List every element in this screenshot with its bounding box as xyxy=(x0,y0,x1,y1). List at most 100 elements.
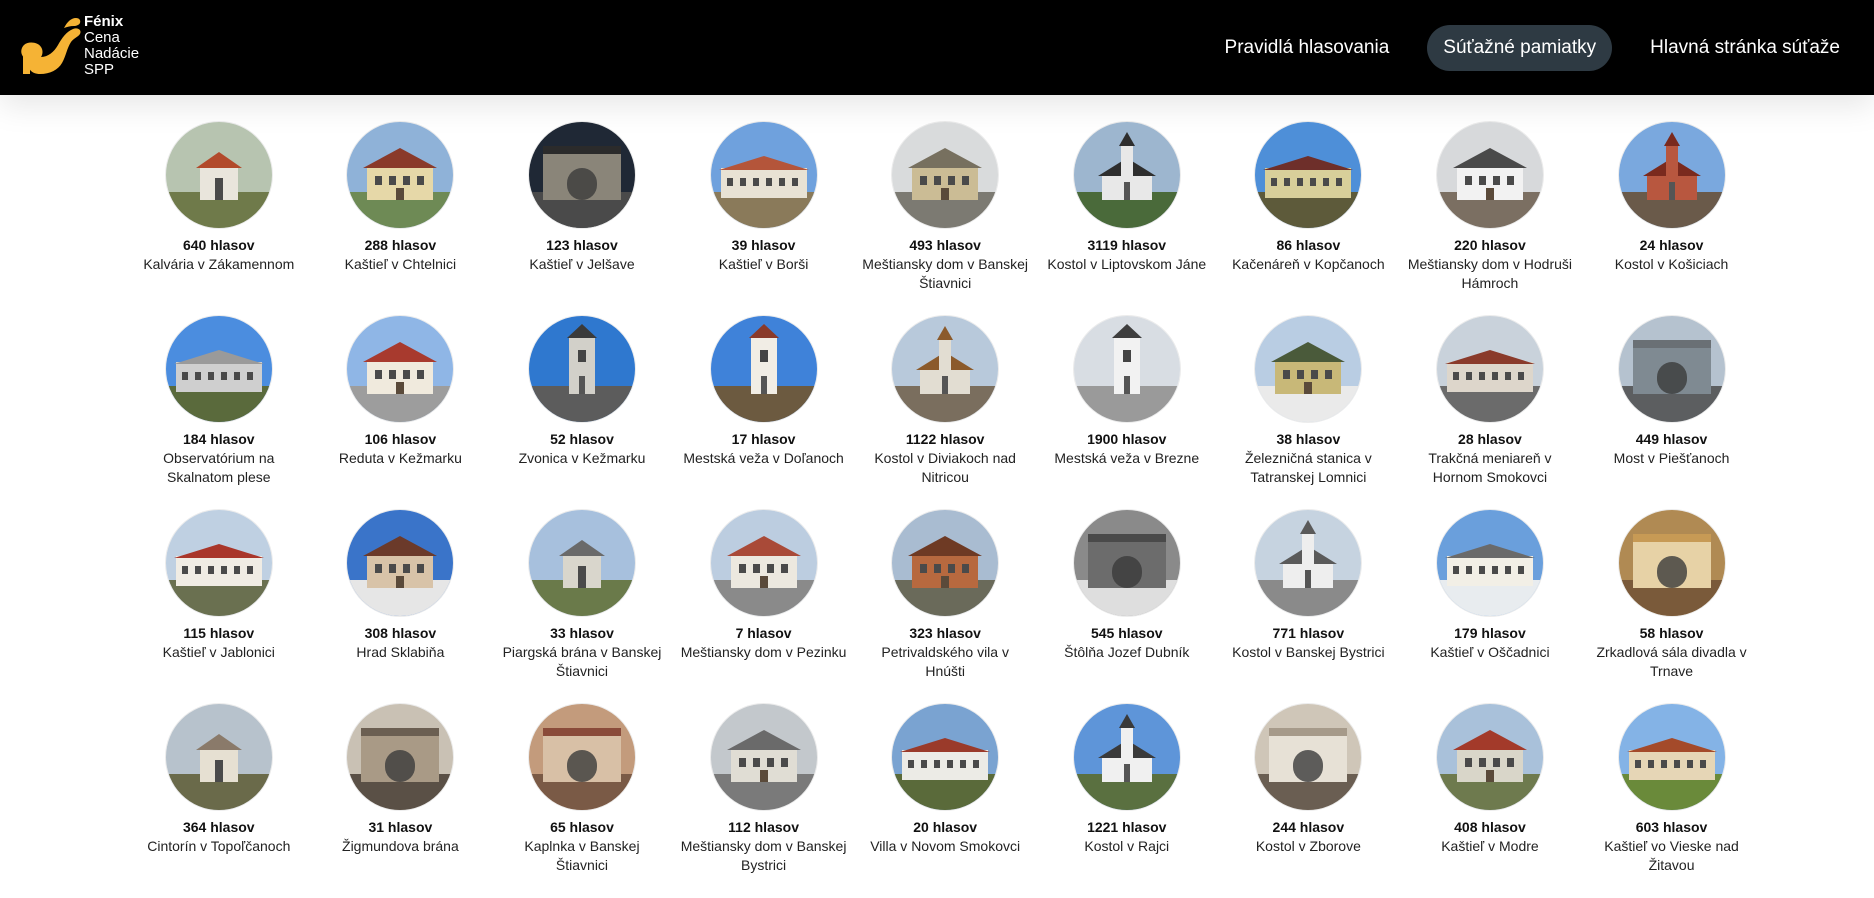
monument-thumbnail[interactable] xyxy=(1255,704,1362,810)
monument-name[interactable]: Most v Piešťanoch xyxy=(1587,449,1757,468)
monument-name[interactable]: Kostol v Diviakoch nad Nitricou xyxy=(860,449,1030,487)
monument-card[interactable]: 20 hlasov Villa v Novom Smokovci xyxy=(854,704,1036,898)
monument-card[interactable]: 408 hlasov Kaštieľ v Modre xyxy=(1399,704,1581,898)
monument-name[interactable]: Kaštieľ v Modre xyxy=(1405,837,1575,856)
monument-card[interactable]: 1900 hlasov Mestská veža v Brezne xyxy=(1036,316,1218,510)
monument-thumbnail[interactable] xyxy=(1618,510,1725,616)
monument-thumbnail[interactable] xyxy=(528,316,635,422)
monument-card[interactable]: 493 hlasov Meštiansky dom v Banskej Štiav… xyxy=(854,122,1036,316)
nav-home-link[interactable]: Hlavná stránka súťaže xyxy=(1634,25,1856,71)
monument-name[interactable]: Meštiansky dom v Pezinku xyxy=(679,643,849,662)
monument-name[interactable]: Zvonica v Kežmarku xyxy=(497,449,667,468)
monument-card[interactable]: 17 hlasov Mestská veža v Doľanoch xyxy=(673,316,855,510)
monument-card[interactable]: 603 hlasov Kaštieľ vo Vieske nad Žitavou xyxy=(1581,704,1763,898)
monument-card[interactable]: 24 hlasov Kostol v Košiciach xyxy=(1581,122,1763,316)
monument-card[interactable]: 1122 hlasov Kostol v Diviakoch nad Nitric… xyxy=(854,316,1036,510)
monument-thumbnail[interactable] xyxy=(710,316,817,422)
monument-thumbnail[interactable] xyxy=(1255,122,1362,228)
monument-name[interactable]: Reduta v Kežmarku xyxy=(315,449,485,468)
monument-thumbnail[interactable] xyxy=(347,510,454,616)
monument-thumbnail[interactable] xyxy=(1436,122,1543,228)
monument-name[interactable]: Trakčná meniareň v Hornom Smokovci xyxy=(1405,449,1575,487)
monument-card[interactable]: 449 hlasov Most v Piešťanoch xyxy=(1581,316,1763,510)
monument-thumbnail[interactable] xyxy=(1073,316,1180,422)
monument-name[interactable]: Kostol v Košiciach xyxy=(1587,255,1757,274)
monument-name[interactable]: Železničná stanica v Tatranskej Lomnici xyxy=(1223,449,1393,487)
monument-card[interactable]: 640 hlasov Kalvária v Zákamennom xyxy=(128,122,310,316)
monument-thumbnail[interactable] xyxy=(1073,704,1180,810)
monument-name[interactable]: Mestská veža v Doľanoch xyxy=(679,449,849,468)
monument-name[interactable]: Villa v Novom Smokovci xyxy=(860,837,1030,856)
monument-name[interactable]: Hrad Sklabiňa xyxy=(315,643,485,662)
monument-name[interactable]: Kostol v Zborove xyxy=(1223,837,1393,856)
monument-thumbnail[interactable] xyxy=(1436,316,1543,422)
monument-thumbnail[interactable] xyxy=(892,704,999,810)
monument-thumbnail[interactable] xyxy=(710,122,817,228)
fenix-logo[interactable]: Fénix Cena Nadácie SPP xyxy=(18,12,158,82)
nav-monuments-link[interactable]: Súťažné pamiatky xyxy=(1427,25,1613,71)
monument-name[interactable]: Kostol v Banskej Bystrici xyxy=(1223,643,1393,662)
monument-thumbnail[interactable] xyxy=(1618,704,1725,810)
nav-rules-link[interactable]: Pravidlá hlasovania xyxy=(1209,25,1406,71)
monument-card[interactable]: 52 hlasov Zvonica v Kežmarku xyxy=(491,316,673,510)
monument-name[interactable]: Zrkadlová sála divadla v Trnave xyxy=(1587,643,1757,681)
monument-card[interactable]: 28 hlasov Trakčná meniareň v Hornom Smoko… xyxy=(1399,316,1581,510)
monument-thumbnail[interactable] xyxy=(1436,704,1543,810)
monument-thumbnail[interactable] xyxy=(892,316,999,422)
monument-card[interactable]: 31 hlasov Žigmundova brána xyxy=(310,704,492,898)
monument-thumbnail[interactable] xyxy=(1255,510,1362,616)
monument-name[interactable]: Cintorín v Topoľčanoch xyxy=(134,837,304,856)
monument-thumbnail[interactable] xyxy=(165,316,272,422)
monument-card[interactable]: 65 hlasov Kaplnka v Banskej Štiavnici xyxy=(491,704,673,898)
monument-card[interactable]: 771 hlasov Kostol v Banskej Bystrici xyxy=(1218,510,1400,704)
monument-card[interactable]: 3119 hlasov Kostol v Liptovskom Jáne xyxy=(1036,122,1218,316)
monument-name[interactable]: Meštiansky dom v Banskej Štiavnici xyxy=(860,255,1030,293)
monument-card[interactable]: 106 hlasov Reduta v Kežmarku xyxy=(310,316,492,510)
monument-name[interactable]: Mestská veža v Brezne xyxy=(1042,449,1212,468)
monument-card[interactable]: 244 hlasov Kostol v Zborove xyxy=(1218,704,1400,898)
monument-name[interactable]: Kačenáreň v Kopčanoch xyxy=(1223,255,1393,274)
monument-thumbnail[interactable] xyxy=(347,316,454,422)
monument-card[interactable]: 220 hlasov Meštiansky dom v Hodruši Hámro… xyxy=(1399,122,1581,316)
monument-thumbnail[interactable] xyxy=(1073,510,1180,616)
monument-card[interactable]: 38 hlasov Železničná stanica v Tatranskej… xyxy=(1218,316,1400,510)
monument-card[interactable]: 323 hlasov Petrivaldského vila v Hnúšti xyxy=(854,510,1036,704)
monument-card[interactable]: 545 hlasov Štôlňa Jozef Dubník xyxy=(1036,510,1218,704)
monument-thumbnail[interactable] xyxy=(165,704,272,810)
monument-thumbnail[interactable] xyxy=(892,122,999,228)
monument-name[interactable]: Kaplnka v Banskej Štiavnici xyxy=(497,837,667,875)
monument-card[interactable]: 184 hlasov Observatórium na Skalnatom ple… xyxy=(128,316,310,510)
monument-card[interactable]: 308 hlasov Hrad Sklabiňa xyxy=(310,510,492,704)
monument-thumbnail[interactable] xyxy=(347,122,454,228)
monument-card[interactable]: 112 hlasov Meštiansky dom v Banskej Bystr… xyxy=(673,704,855,898)
monument-card[interactable]: 123 hlasov Kaštieľ v Jelšave xyxy=(491,122,673,316)
monument-thumbnail[interactable] xyxy=(1618,122,1725,228)
monument-thumbnail[interactable] xyxy=(892,510,999,616)
monument-name[interactable]: Meštiansky dom v Hodruši Hámroch xyxy=(1405,255,1575,293)
monument-thumbnail[interactable] xyxy=(528,122,635,228)
monument-thumbnail[interactable] xyxy=(165,510,272,616)
monument-card[interactable]: 115 hlasov Kaštieľ v Jablonici xyxy=(128,510,310,704)
monument-name[interactable]: Štôlňa Jozef Dubník xyxy=(1042,643,1212,662)
monument-name[interactable]: Petrivaldského vila v Hnúšti xyxy=(860,643,1030,681)
monument-name[interactable]: Kaštieľ v Jelšave xyxy=(497,255,667,274)
monument-name[interactable]: Kaštieľ v Oščadnici xyxy=(1405,643,1575,662)
monument-name[interactable]: Kaštieľ vo Vieske nad Žitavou xyxy=(1587,837,1757,875)
monument-card[interactable]: 7 hlasov Meštiansky dom v Pezinku xyxy=(673,510,855,704)
monument-name[interactable]: Kostol v Rajci xyxy=(1042,837,1212,856)
monument-card[interactable]: 58 hlasov Zrkadlová sála divadla v Trnave xyxy=(1581,510,1763,704)
monument-thumbnail[interactable] xyxy=(1436,510,1543,616)
monument-card[interactable]: 288 hlasov Kaštieľ v Chtelnici xyxy=(310,122,492,316)
monument-card[interactable]: 39 hlasov Kaštieľ v Borši xyxy=(673,122,855,316)
monument-name[interactable]: Observatórium na Skalnatom plese xyxy=(134,449,304,487)
monument-card[interactable]: 33 hlasov Piargská brána v Banskej Štiavn… xyxy=(491,510,673,704)
monument-thumbnail[interactable] xyxy=(710,704,817,810)
monument-thumbnail[interactable] xyxy=(710,510,817,616)
monument-thumbnail[interactable] xyxy=(1073,122,1180,228)
monument-thumbnail[interactable] xyxy=(528,704,635,810)
monument-thumbnail[interactable] xyxy=(1618,316,1725,422)
monument-card[interactable]: 179 hlasov Kaštieľ v Oščadnici xyxy=(1399,510,1581,704)
monument-thumbnail[interactable] xyxy=(528,510,635,616)
monument-card[interactable]: 86 hlasov Kačenáreň v Kopčanoch xyxy=(1218,122,1400,316)
monument-card[interactable]: 1221 hlasov Kostol v Rajci xyxy=(1036,704,1218,898)
